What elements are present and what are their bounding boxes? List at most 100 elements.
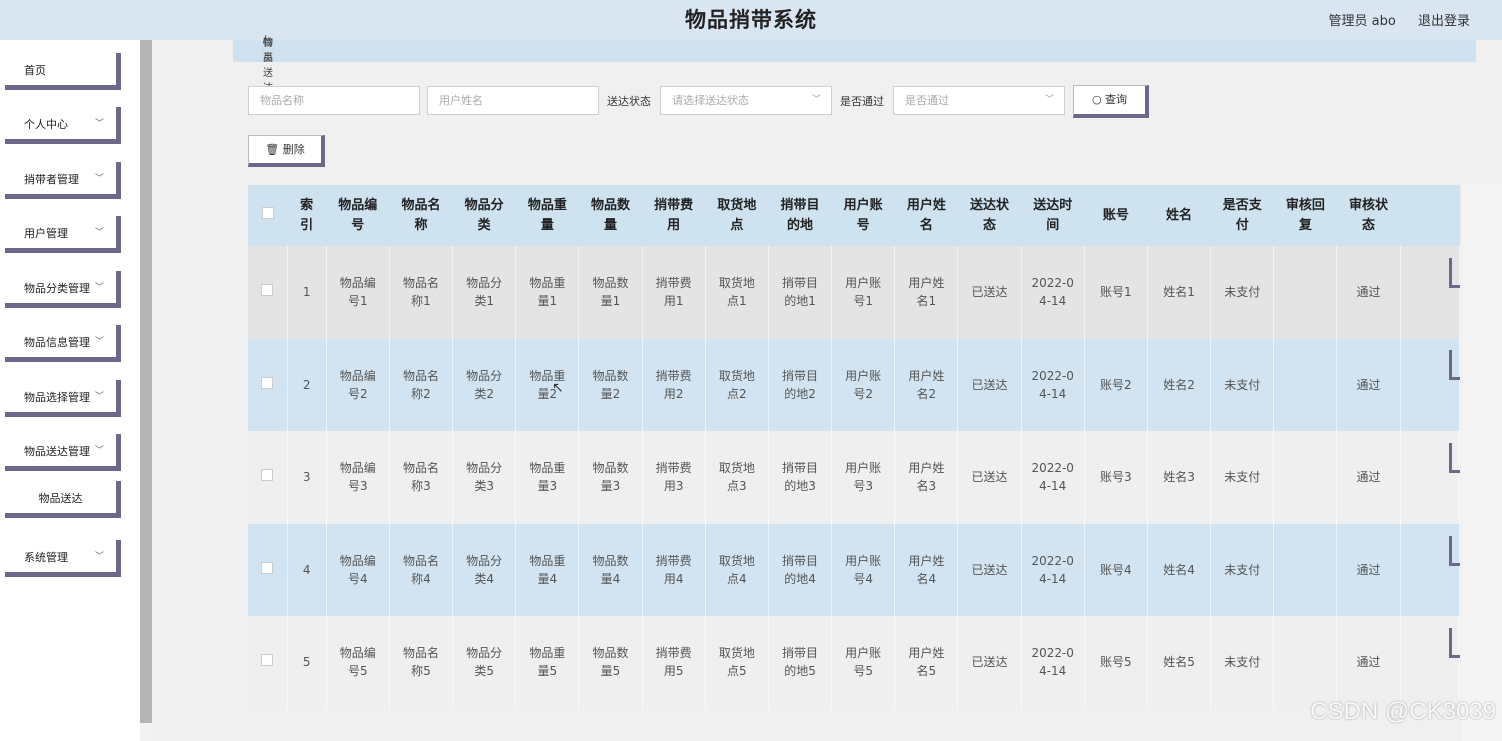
sidebar-subitem-delivery[interactable]: 物品送达 [5,481,121,518]
cell-text: 已送达 [971,470,1008,485]
table-cell: 已送达 [957,523,1022,616]
table-cell: 未支付 [1210,431,1275,524]
table-row[interactable]: 1 物品编 号1 物品名 称1 物品分 类1 物品重 量1 物品数 量1 捎带费 用1 取货地 点1 捎带目的… [248,246,1461,339]
cell-text: 未支付 [1224,470,1261,485]
column-header-label: 付 [1235,217,1249,233]
cell-text: 用户账 [845,368,882,383]
column-header[interactable]: 物品分类 [452,185,516,246]
table-cell: 物品编 号4 [326,523,390,616]
table-cell: 通过 [1336,338,1401,431]
item-name-input[interactable]: 物品名称 [248,86,420,115]
sidebar-item-carrier-management[interactable]: 捎带者管理 ﹀ [5,162,121,199]
column-header[interactable]: 捎带费用 [642,185,706,246]
cell-text: 用户账 [845,646,882,661]
table-row[interactable]: 4 物品编 号4 物品名 称4 物品分 类4 物品重 量4 物品数 量4 捎带费 用4 取货地 点4 捎带目的… [248,523,1461,616]
table-cell: 捎带目 的地2 [768,338,833,431]
select-all-checkbox-cell[interactable] [248,185,288,246]
cell-text: 用户姓 [908,461,945,476]
sidebar-item-system-management[interactable]: 系统管理 ﹀ [5,540,121,577]
search-button[interactable]: ○ 查询 [1073,85,1149,118]
table-cell: 姓名3 [1147,431,1212,524]
column-header[interactable]: 用户账号 [831,185,895,246]
row-checkbox-cell[interactable] [248,616,288,709]
column-header[interactable]: 用户姓名 [894,185,958,246]
cell-text: 取货地 [718,461,755,476]
cell-text: 姓名4 [1163,562,1195,577]
sidebar-item-home[interactable]: 首页 [5,53,121,90]
column-header[interactable]: 账号 [1084,185,1148,246]
column-header-label: 量 [603,217,617,233]
column-header[interactable]: 物品数量 [578,185,643,246]
table-cell: 未支付 [1210,616,1275,709]
sidebar-item-personal-center[interactable]: 个人中心 ﹀ [5,107,121,144]
table-cell: 2022-0 4-14 [1021,431,1085,524]
column-header[interactable]: 捎带目 的地 [768,185,832,246]
sidebar-scrollbar[interactable] [140,40,152,723]
cell-text: 已送达 [971,285,1008,300]
column-header[interactable]: 取货地点 [705,185,769,246]
column-header-label: 号 [351,217,365,233]
row-checkbox-cell[interactable] [248,523,288,616]
table-cell: 用户账 号4 [831,523,896,616]
passed-select[interactable]: 是否通过 ﹀ [893,86,1065,115]
sidebar-item-category-management[interactable]: 物品分类管理 ﹀ [5,271,121,308]
table-row[interactable]: 3 物品编 号3 物品名 称3 物品分 类3 物品重 量3 物品数 量3 捎带费 用3 取货地 点3 捎带目的… [248,431,1461,524]
delivery-status-select[interactable]: 请选择送达状态 ﹀ [660,86,832,115]
cell-text: 2022-0 [1031,368,1074,383]
chevron-down-icon: ﹀ [94,119,104,129]
column-header[interactable]: 是否支付 [1210,185,1274,246]
table-row[interactable]: 2 物品编 号2 物品名 称2 物品分 类2 物品重 量2 物品数 量2 捎带费 用2 取货地 点2 捎带目的… [248,338,1461,431]
row-checkbox[interactable] [261,654,274,667]
cell-text: 号3 [347,479,368,494]
row-action-handle[interactable] [1449,536,1460,566]
column-header-label: 捎带费 [654,197,694,213]
column-header[interactable]: 送达时间 [1021,185,1085,246]
row-checkbox[interactable] [261,284,274,297]
select-all-checkbox[interactable] [261,206,274,219]
user-name-placeholder: 用户姓名 [439,94,483,107]
sidebar-item-delivery-management[interactable]: 物品送达管理 ﹀ [5,434,121,471]
table-row[interactable]: 5 物品编 号5 物品名 称5 物品分 类5 物品重 量5 物品数 量5 捎带费 用5 取货地 点5 捎带目的… [248,616,1461,709]
column-header-label: 态 [1362,217,1376,233]
user-name-input[interactable]: 用户姓名 [427,86,599,115]
column-header[interactable] [1400,185,1460,246]
row-action-handle[interactable] [1449,350,1460,380]
column-header[interactable]: 索引 [287,185,327,246]
sidebar-item-item-info-management[interactable]: 物品信息管理 ﹀ [5,325,121,362]
search-icon: ○ [1091,93,1102,106]
cell-text: 物品名 [402,276,439,291]
table-cell: 取货地 点3 [705,431,769,524]
column-header-label: 物品数 [590,197,630,213]
row-checkbox[interactable] [261,469,274,482]
sidebar-item-item-selection-management[interactable]: 物品选择管理 ﹀ [5,380,121,417]
column-header[interactable]: 物品名称 [389,185,453,246]
row-checkbox-cell[interactable] [248,338,288,431]
column-header[interactable]: 审核回复 [1273,185,1337,246]
row-action-handle[interactable] [1449,628,1460,658]
column-header[interactable]: 物品重量 [515,185,579,246]
column-header[interactable]: 审核状态 [1336,185,1401,246]
cell-text: 4-14 [1039,386,1067,401]
cell-text: 4-14 [1039,571,1067,586]
sidebar-item-user-management[interactable]: 用户管理 ﹀ [5,216,121,253]
row-checkbox[interactable] [261,376,274,389]
delete-button[interactable]: 🗑 删除 [248,135,325,167]
table-cell: 物品编 号2 [326,338,390,431]
cell-text: 物品重 [529,646,566,661]
column-header-label: 用 [667,217,681,233]
column-header[interactable]: 送达状态 [957,185,1022,246]
table-cell: 物品数 量5 [578,616,643,709]
column-header[interactable]: 物品编号 [326,185,390,246]
cell-text: 已送达 [971,562,1008,577]
row-checkbox-cell[interactable] [248,431,288,524]
row-checkbox-cell[interactable] [248,246,288,339]
table-cell: 用户姓 名4 [894,523,959,616]
column-header-label: 账号 [1102,207,1129,223]
row-action-handle[interactable] [1449,258,1460,288]
column-header[interactable]: 姓名 [1147,185,1211,246]
row-checkbox[interactable] [261,561,274,574]
cell-text: 物品分 [466,368,503,383]
logout-link[interactable]: 退出登录 [1418,14,1470,29]
cell-text: 物品数 [592,276,629,291]
row-action-handle[interactable] [1449,443,1460,473]
